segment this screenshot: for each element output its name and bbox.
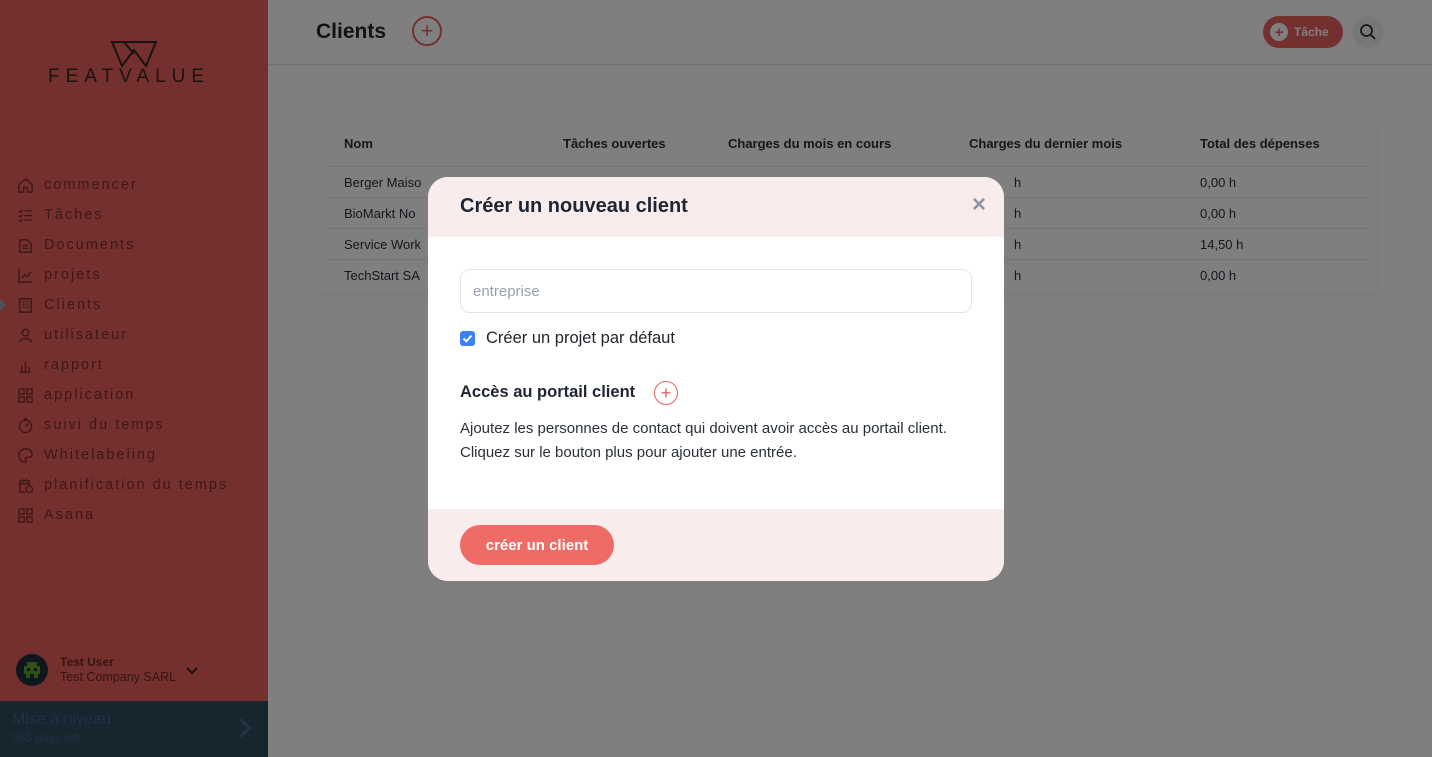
default-project-option[interactable]: Créer un projet par défaut (460, 329, 675, 348)
default-project-label: Créer un projet par défaut (486, 329, 675, 347)
add-portal-contact-button[interactable]: + (654, 381, 678, 405)
portal-access-title: Accès au portail client (460, 383, 636, 401)
default-project-checkbox[interactable] (460, 331, 475, 346)
close-icon[interactable]: × (972, 193, 986, 217)
portal-access-description: Ajoutez les personnes de contact qui doi… (460, 420, 947, 461)
dialog-title: Créer un nouveau client (460, 195, 688, 217)
company-name-input[interactable] (460, 269, 972, 313)
plus-icon: + (660, 383, 672, 403)
create-client-dialog: Créer un nouveau client × Créer un proje… (428, 177, 1004, 581)
create-client-button[interactable]: créer un client (460, 525, 614, 565)
checkmark-icon (462, 334, 473, 343)
dialog-footer: créer un client (428, 509, 1004, 581)
dialog-header: Créer un nouveau client × (428, 177, 1004, 237)
